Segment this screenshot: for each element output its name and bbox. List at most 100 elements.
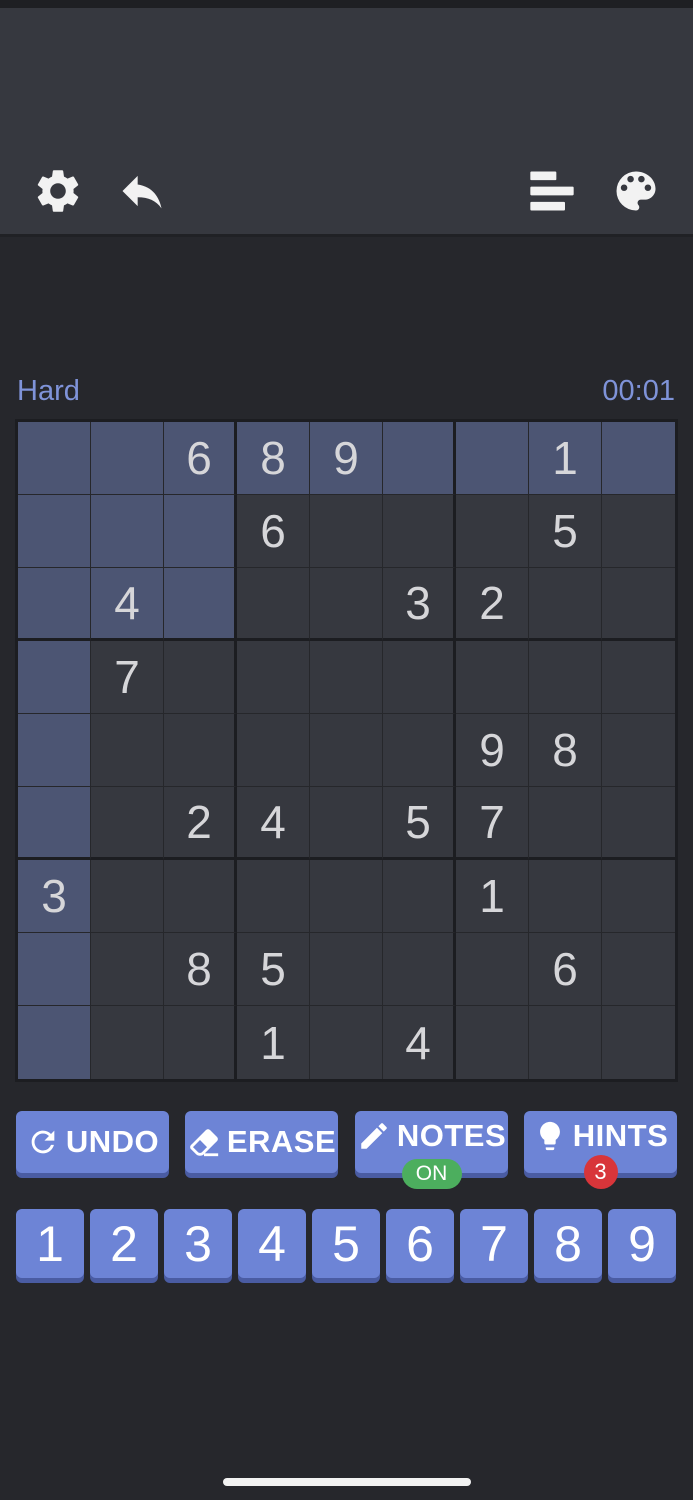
cell-r3-c2[interactable]: 4 bbox=[91, 568, 164, 641]
cell-r9-c1[interactable] bbox=[18, 1006, 91, 1079]
number-button-1[interactable]: 1 bbox=[16, 1209, 84, 1278]
cell-r4-c2[interactable]: 7 bbox=[91, 641, 164, 714]
cell-r2-c3[interactable] bbox=[164, 495, 237, 568]
cell-r2-c9[interactable] bbox=[602, 495, 675, 568]
cell-r3-c3[interactable] bbox=[164, 568, 237, 641]
cell-r9-c9[interactable] bbox=[602, 1006, 675, 1079]
cell-r5-c9[interactable] bbox=[602, 714, 675, 787]
cell-r3-c8[interactable] bbox=[529, 568, 602, 641]
cell-r6-c5[interactable] bbox=[310, 787, 383, 860]
cell-r6-c1[interactable] bbox=[18, 787, 91, 860]
cell-r3-c6[interactable]: 3 bbox=[383, 568, 456, 641]
cell-r8-c9[interactable] bbox=[602, 933, 675, 1006]
number-button-4[interactable]: 4 bbox=[238, 1209, 306, 1278]
cell-r6-c6[interactable]: 5 bbox=[383, 787, 456, 860]
cell-r3-c1[interactable] bbox=[18, 568, 91, 641]
cell-r9-c7[interactable] bbox=[456, 1006, 529, 1079]
number-button-7[interactable]: 7 bbox=[460, 1209, 528, 1278]
number-button-3[interactable]: 3 bbox=[164, 1209, 232, 1278]
cell-r2-c8[interactable]: 5 bbox=[529, 495, 602, 568]
leaderboard-button[interactable] bbox=[524, 163, 580, 219]
cell-r3-c9[interactable] bbox=[602, 568, 675, 641]
cell-r1-c7[interactable] bbox=[456, 422, 529, 495]
cell-r2-c5[interactable] bbox=[310, 495, 383, 568]
cell-r9-c2[interactable] bbox=[91, 1006, 164, 1079]
cell-r7-c5[interactable] bbox=[310, 860, 383, 933]
number-pad: 123456789 bbox=[16, 1209, 678, 1289]
cell-r1-c1[interactable] bbox=[18, 422, 91, 495]
cell-r5-c2[interactable] bbox=[91, 714, 164, 787]
erase-button[interactable]: ERASE bbox=[185, 1111, 338, 1173]
cell-r9-c5[interactable] bbox=[310, 1006, 383, 1079]
cell-r1-c8[interactable]: 1 bbox=[529, 422, 602, 495]
cell-r9-c3[interactable] bbox=[164, 1006, 237, 1079]
cell-r4-c4[interactable] bbox=[237, 641, 310, 714]
cell-r9-c8[interactable] bbox=[529, 1006, 602, 1079]
cell-r8-c3[interactable]: 8 bbox=[164, 933, 237, 1006]
cell-r9-c4[interactable]: 1 bbox=[237, 1006, 310, 1079]
number-button-8[interactable]: 8 bbox=[534, 1209, 602, 1278]
notes-button[interactable]: NOTES ON bbox=[355, 1111, 508, 1189]
cell-r8-c1[interactable] bbox=[18, 933, 91, 1006]
cell-r4-c1[interactable] bbox=[18, 641, 91, 714]
cell-r3-c5[interactable] bbox=[310, 568, 383, 641]
number-button-5[interactable]: 5 bbox=[312, 1209, 380, 1278]
cell-r5-c6[interactable] bbox=[383, 714, 456, 787]
settings-button[interactable] bbox=[30, 163, 86, 219]
cell-r2-c1[interactable] bbox=[18, 495, 91, 568]
cell-r8-c4[interactable]: 5 bbox=[237, 933, 310, 1006]
cell-r2-c4[interactable]: 6 bbox=[237, 495, 310, 568]
theme-button[interactable] bbox=[608, 163, 664, 219]
cell-r4-c5[interactable] bbox=[310, 641, 383, 714]
cell-r5-c8[interactable]: 8 bbox=[529, 714, 602, 787]
back-button[interactable] bbox=[114, 163, 170, 219]
cell-r5-c4[interactable] bbox=[237, 714, 310, 787]
cell-r6-c7[interactable]: 7 bbox=[456, 787, 529, 860]
cell-r4-c7[interactable] bbox=[456, 641, 529, 714]
cell-r6-c8[interactable] bbox=[529, 787, 602, 860]
cell-r7-c3[interactable] bbox=[164, 860, 237, 933]
cell-r1-c2[interactable] bbox=[91, 422, 164, 495]
cell-r4-c9[interactable] bbox=[602, 641, 675, 714]
cell-r7-c8[interactable] bbox=[529, 860, 602, 933]
cell-r7-c6[interactable] bbox=[383, 860, 456, 933]
cell-r4-c3[interactable] bbox=[164, 641, 237, 714]
cell-r1-c4[interactable]: 8 bbox=[237, 422, 310, 495]
cell-r6-c4[interactable]: 4 bbox=[237, 787, 310, 860]
undo-button[interactable]: UNDO bbox=[16, 1111, 169, 1173]
cell-r6-c3[interactable]: 2 bbox=[164, 787, 237, 860]
cell-r3-c7[interactable]: 2 bbox=[456, 568, 529, 641]
cell-r8-c6[interactable] bbox=[383, 933, 456, 1006]
cell-r7-c9[interactable] bbox=[602, 860, 675, 933]
cell-r2-c7[interactable] bbox=[456, 495, 529, 568]
number-button-6[interactable]: 6 bbox=[386, 1209, 454, 1278]
number-button-2[interactable]: 2 bbox=[90, 1209, 158, 1278]
cell-r8-c2[interactable] bbox=[91, 933, 164, 1006]
cell-r5-c3[interactable] bbox=[164, 714, 237, 787]
cell-r2-c6[interactable] bbox=[383, 495, 456, 568]
cell-r4-c6[interactable] bbox=[383, 641, 456, 714]
cell-r5-c5[interactable] bbox=[310, 714, 383, 787]
cell-r1-c3[interactable]: 6 bbox=[164, 422, 237, 495]
cell-r7-c7[interactable]: 1 bbox=[456, 860, 529, 933]
cell-r4-c8[interactable] bbox=[529, 641, 602, 714]
cell-r9-c6[interactable]: 4 bbox=[383, 1006, 456, 1079]
cell-r5-c1[interactable] bbox=[18, 714, 91, 787]
cell-r1-c6[interactable] bbox=[383, 422, 456, 495]
cell-r8-c8[interactable]: 6 bbox=[529, 933, 602, 1006]
cell-r7-c1[interactable]: 3 bbox=[18, 860, 91, 933]
difficulty-label: Hard bbox=[17, 375, 80, 407]
cell-r5-c7[interactable]: 9 bbox=[456, 714, 529, 787]
hints-button[interactable]: HINTS 3 bbox=[524, 1111, 677, 1189]
cell-r3-c4[interactable] bbox=[237, 568, 310, 641]
cell-r1-c5[interactable]: 9 bbox=[310, 422, 383, 495]
cell-r6-c9[interactable] bbox=[602, 787, 675, 860]
cell-r7-c4[interactable] bbox=[237, 860, 310, 933]
cell-r2-c2[interactable] bbox=[91, 495, 164, 568]
number-button-9[interactable]: 9 bbox=[608, 1209, 676, 1278]
cell-r8-c7[interactable] bbox=[456, 933, 529, 1006]
cell-r1-c9[interactable] bbox=[602, 422, 675, 495]
cell-r7-c2[interactable] bbox=[91, 860, 164, 933]
cell-r8-c5[interactable] bbox=[310, 933, 383, 1006]
cell-r6-c2[interactable] bbox=[91, 787, 164, 860]
